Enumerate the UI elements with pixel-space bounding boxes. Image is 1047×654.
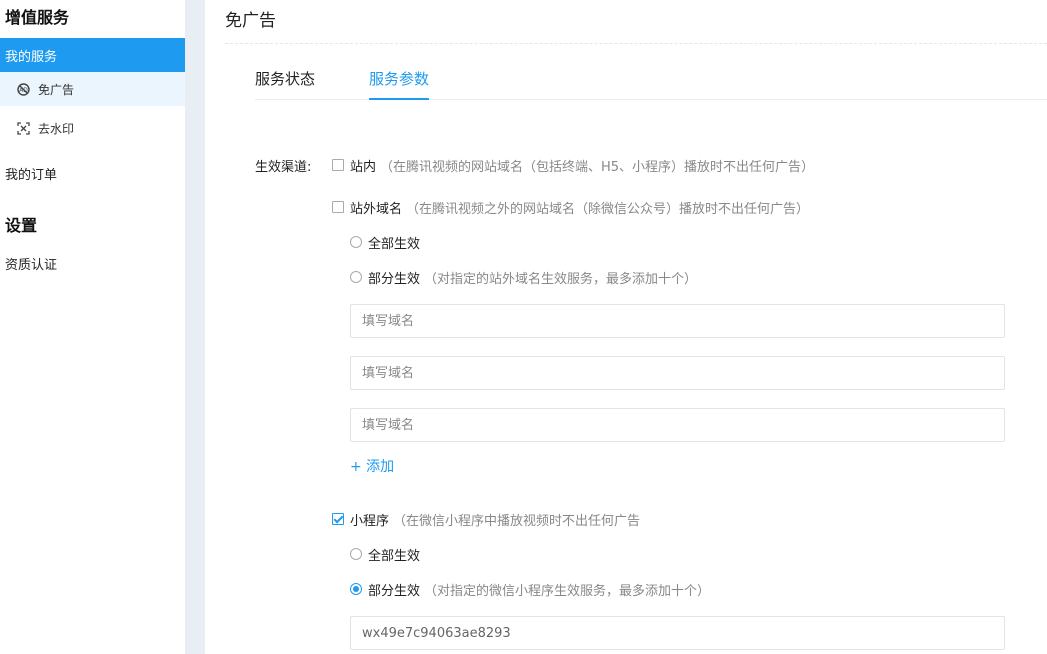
offsite-partial-radio[interactable]	[350, 271, 362, 283]
miniapp-all-label: 全部生效	[368, 548, 421, 564]
miniapp-all-option: 全部生效	[350, 545, 421, 564]
tab-bar: 服务状态 服务参数	[255, 68, 1047, 100]
domain-input-3[interactable]	[350, 408, 1005, 442]
sidebar-item-label: 我的订单	[5, 167, 58, 183]
offsite-option: 站外域名 （在腾讯视频之外的网站域名（除微信公众号）播放时不出任何广告）	[332, 198, 810, 217]
miniapp-partial-option: 部分生效 （对指定的微信小程序生效服务，最多添加十个）	[350, 580, 711, 599]
tab-service-status[interactable]: 服务状态	[255, 68, 315, 100]
no-ad-icon: AD	[16, 82, 30, 96]
sidebar-item-remove-watermark[interactable]: 去水印	[0, 111, 185, 145]
offsite-partial-option: 部分生效 （对指定的站外域名生效服务，最多添加十个）	[350, 268, 698, 287]
tab-service-params[interactable]: 服务参数	[369, 68, 430, 100]
miniapp-partial-hint: （对指定的微信小程序生效服务，最多添加十个）	[424, 583, 711, 599]
miniapp-id-input[interactable]	[350, 616, 1005, 650]
svg-text:AD: AD	[19, 87, 28, 94]
sidebar-item-label: 去水印	[38, 121, 75, 136]
sidebar-item-label: 免广告	[38, 82, 75, 97]
offsite-partial-hint: （对指定的站外域名生效服务，最多添加十个）	[424, 271, 698, 287]
offsite-checkbox[interactable]	[332, 201, 344, 213]
miniapp-partial-label: 部分生效	[368, 583, 421, 599]
sidebar-item-my-services[interactable]: 我的服务	[0, 38, 185, 72]
sidebar: 增值服务 我的服务 AD 免广告 去水印 我的订单 设置 资质认证	[0, 0, 185, 654]
add-domain-link[interactable]: + 添加	[350, 456, 394, 476]
miniapp-partial-radio[interactable]	[350, 583, 362, 595]
offsite-all-label: 全部生效	[368, 236, 421, 252]
sidebar-item-label: 资质认证	[5, 257, 58, 273]
onsite-checkbox[interactable]	[332, 159, 344, 171]
miniapp-option: 小程序 （在微信小程序中播放视频时不出任何广告	[332, 510, 641, 529]
offsite-all-option: 全部生效	[350, 233, 421, 252]
page-title: 免广告	[225, 11, 276, 31]
offsite-partial-label: 部分生效	[368, 271, 421, 287]
sidebar-item-qualification[interactable]: 资质认证	[0, 246, 185, 280]
sidebar-item-label: 我的服务	[5, 49, 58, 65]
offsite-all-radio[interactable]	[350, 236, 362, 248]
miniapp-checkbox[interactable]	[332, 513, 344, 525]
main-content: 免广告 服务状态 服务参数 生效渠道: 站内 （在腾讯视频的网站域名（包括终端、…	[205, 0, 1047, 654]
section-title-value-added: 增值服务	[5, 8, 70, 27]
miniapp-hint: （在微信小程序中播放视频时不出任何广告	[393, 513, 641, 529]
miniapp-label: 小程序	[350, 513, 390, 529]
section-title-settings: 设置	[5, 216, 38, 235]
sidebar-item-no-ad[interactable]: AD 免广告	[0, 72, 185, 106]
offsite-label: 站外域名	[350, 201, 403, 217]
miniapp-all-radio[interactable]	[350, 548, 362, 560]
onsite-option: 站内 （在腾讯视频的网站域名（包括终端、H5、小程序）播放时不出任何广告）	[332, 156, 815, 175]
offsite-hint: （在腾讯视频之外的网站域名（除微信公众号）播放时不出任何广告）	[406, 201, 810, 217]
onsite-hint: （在腾讯视频的网站域名（包括终端、H5、小程序）播放时不出任何广告）	[380, 159, 815, 175]
domain-input-2[interactable]	[350, 356, 1005, 390]
domain-input-1[interactable]	[350, 304, 1005, 338]
sidebar-item-my-orders[interactable]: 我的订单	[0, 156, 185, 190]
sidebar-divider	[185, 0, 205, 654]
channel-label: 生效渠道:	[255, 160, 312, 175]
onsite-label: 站内	[350, 159, 377, 175]
title-divider	[225, 43, 1047, 44]
watermark-icon	[16, 121, 30, 135]
